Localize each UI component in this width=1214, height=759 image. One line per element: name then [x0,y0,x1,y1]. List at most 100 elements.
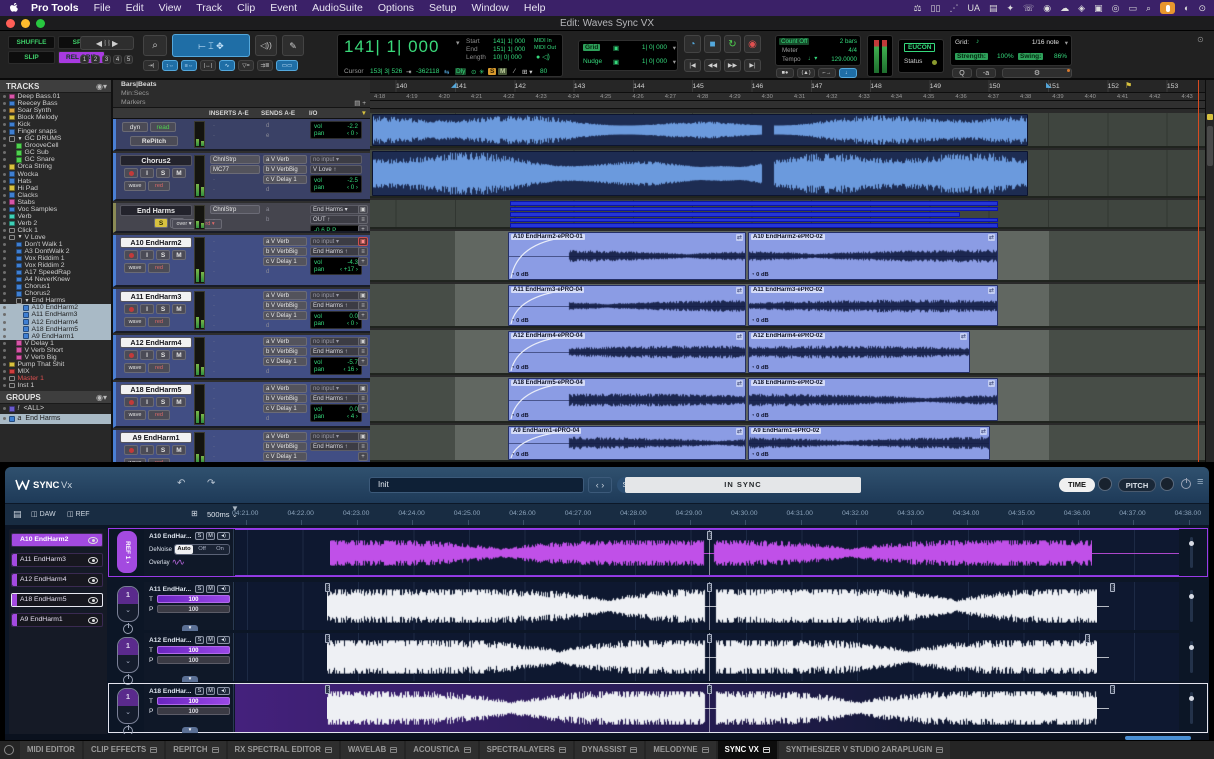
insert-empty[interactable]: · [210,337,260,346]
lane-waveform-area[interactable]: ⋮⋮⋮ [235,684,1179,732]
sidebar-track-stabs[interactable]: Stabs [0,199,111,206]
new-send-button[interactable]: + [358,357,368,366]
sidebar-track-a9-endharm1[interactable]: A9 EndHarm1 [0,333,111,340]
folder-track-lane-end-harms[interactable] [370,200,1205,229]
visibility-eye-icon[interactable] [88,537,98,544]
pan-value[interactable]: ‹ 0 › [347,320,358,327]
grid-value[interactable]: 1| 0| 000 [642,44,667,51]
io-output[interactable]: End Harms ↑ [310,347,362,356]
auto-wave[interactable]: wave [124,181,146,191]
sidebar-track-vox-riddim-1[interactable]: Vox Riddim 1 [0,255,111,262]
edit-track-strip-a9-endharm1[interactable]: A9 EndHarm1ISMwavered···a V Verbb V Verb… [113,430,370,462]
io-input[interactable]: no input ▾ [310,291,362,300]
sync-marker-handle[interactable]: ⋮ [1110,583,1115,592]
vol-value[interactable]: -5.7 [347,359,358,366]
plugin-track-item-a11-endharm3[interactable]: A11 EndHarm3 [11,553,103,567]
menu-item-options[interactable]: Options [378,2,414,14]
ruler-label-2[interactable]: Markers [121,99,146,106]
send-b[interactable]: b [263,215,307,224]
elastic-audio-button[interactable]: ▣ [358,205,368,214]
send-a-v-verb[interactable]: a V Verb [263,155,307,164]
time-slider[interactable]: 100 [157,646,230,654]
track-name-box[interactable]: Chorus2 [120,155,192,166]
strength-value[interactable]: 100% [997,53,1014,60]
plugin-button[interactable]: RePitch [130,136,178,146]
audio-clip[interactable]: A10 EndHarm2-ePRO-02⇄◔ 0 dB [748,232,998,280]
meter-value[interactable]: 4/4 [848,47,857,54]
pitch-knob[interactable] [1160,477,1174,491]
camera-icon[interactable]: ◉ [1043,0,1051,16]
audio-track-lane-a12-endharm4[interactable]: A12 EndHarm4-ePRO-04⇄◔ 0 dBA12 EndHarm4-… [370,330,1205,375]
quantize-button-Q[interactable]: Q [952,68,972,78]
call-icon[interactable]: ☏ [1023,0,1034,16]
transport-fast-forward-button[interactable]: ▶▶ [724,59,741,72]
taskbar-tab-repitch[interactable]: REPITCH [166,741,225,759]
ruler-label-0[interactable]: Bars|Beats [121,81,157,88]
insert-empty[interactable]: · [210,301,260,310]
sidebar-track-master-1[interactable]: Master 1 [0,375,111,382]
insert-empty[interactable]: · [210,321,260,330]
elastic-audio-button[interactable]: ▣ [358,432,368,441]
insert-empty[interactable]: · [210,432,260,441]
scrubber-tool[interactable]: ◁)) [255,35,277,56]
input-monitor-button[interactable]: I [140,350,154,360]
ref-lane-waveform-area[interactable]: ⋮ [235,529,1179,576]
lane-expand-arrow[interactable]: ▼ [182,676,198,682]
denoise-option-auto[interactable]: Auto [175,545,193,554]
sidebar-track-hi-pad[interactable]: Hi Pad [0,185,111,192]
sidecar-icon[interactable]: ▤ [989,0,998,16]
send-b-v-verbbig[interactable]: b V VerbBig [263,247,307,256]
elastic-warp-icon[interactable]: ⇄ [736,333,743,340]
auto-wave[interactable]: wave [124,458,146,462]
send-b-v-verbbig[interactable]: b V VerbBig [263,165,307,174]
edit-mode-slip[interactable]: SLIP [8,51,55,64]
mute-button[interactable]: M [172,250,186,260]
sync-marker-handle[interactable]: ⋮ [325,685,330,694]
nudge-label[interactable]: Nudge [583,58,602,65]
lane-waveform-area[interactable]: ⋮⋮⋮ [235,582,1179,630]
edit-track-strip-a18-endharm5[interactable]: A18 EndHarm5ISMwavered····a V Verbb V Ve… [113,382,370,428]
audio-track-lane-chorus1[interactable] [370,113,1205,148]
menu-item-file[interactable]: File [94,2,111,14]
lane-solo-button[interactable]: S [195,636,204,644]
strength-label[interactable]: Strength: [955,53,988,60]
track-name-box[interactable]: A12 EndHarm4 [120,337,192,348]
edit-mode-shuffle[interactable]: SHUFFLE [8,36,55,49]
memory-location-3[interactable]: 3 [102,55,111,64]
microphone-icon[interactable] [1160,2,1175,14]
lane-zoom-slider[interactable] [1190,590,1193,622]
mute-button[interactable]: M [172,397,186,407]
memory-location-1[interactable]: 1 [80,55,89,64]
solo-button[interactable]: S [156,250,170,260]
selection-end-marker[interactable]: ◣ [1046,81,1051,89]
insert-empty[interactable]: · [210,347,260,356]
clock-icon[interactable]: ⊙ [1198,0,1206,16]
audio-track-lane-a11-endharm3[interactable]: A11 EndHarm3-ePRO-04⇄◔ 0 dBA11 EndHarm3-… [370,284,1205,328]
clip-gain-label[interactable]: ◔ 0 dB [511,452,529,458]
menu-item-help[interactable]: Help [524,2,546,14]
count-off-label[interactable]: Count Off [779,38,809,45]
send-d[interactable]: d [263,367,307,376]
length-value[interactable]: 10| 0| 000 [493,54,522,61]
tempo-value[interactable]: 129.0000 [831,56,857,63]
clip-gain-label[interactable]: ◔ 0 dB [511,365,529,371]
elastic-warp-icon[interactable]: ⇄ [736,428,743,435]
audio-track-lane-chorus2[interactable] [370,150,1205,198]
sync-marker-handle[interactable]: ⋮ [707,685,712,694]
new-send-button[interactable]: + [358,404,368,413]
plugin-track-item-a10-endharm2[interactable]: A10 EndHarm2 [11,533,103,547]
grid-mini-icon[interactable]: ⊞ ▾ [522,68,533,76]
io-output[interactable]: End Harms ↑ [310,247,362,256]
sidebar-track-wocka[interactable]: Wocka [0,171,111,178]
send-c-v-delay-1[interactable]: c V Delay 1 [263,357,307,366]
elastic-audio-button[interactable]: ▣ [358,384,368,393]
taskbar-circle-icon[interactable] [4,745,14,755]
vertical-scrollbar[interactable] [1205,80,1214,462]
sidebar-track-soar-synth[interactable]: Soar Synth [0,107,111,114]
grid-label[interactable]: Grid [583,44,600,51]
quantize-button-a[interactable]: -a [976,68,996,78]
metronome-button-0[interactable]: ■● [776,68,794,78]
sidebar-track-a12-endharm4[interactable]: A12 EndHarm4 [0,319,111,326]
solo-button[interactable]: S [156,168,170,178]
send-d[interactable]: d [263,185,307,194]
